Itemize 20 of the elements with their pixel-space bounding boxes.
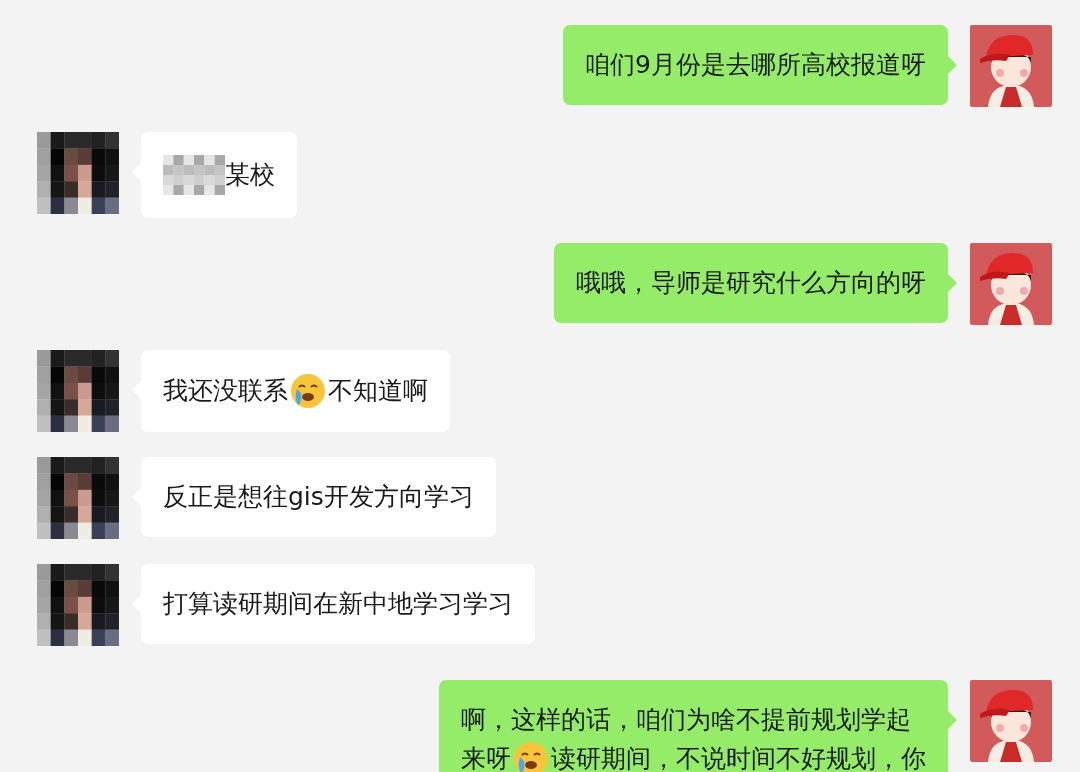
crying-emoji-icon — [513, 741, 549, 772]
pixelated-avatar-icon — [37, 350, 119, 432]
pixelated-avatar-icon — [37, 132, 119, 214]
message-text: 读研期间，不说时间不好规划，你 — [551, 743, 926, 772]
message-text: 我还没联系 — [163, 375, 288, 407]
crying-emoji-icon — [290, 373, 326, 409]
message-text: 不知道啊 — [328, 375, 428, 407]
message-text: 某校 — [225, 159, 275, 191]
boy-avatar-icon — [970, 680, 1052, 762]
message-text: 打算读研期间在新中地学习学习 — [163, 588, 513, 620]
pixelated-avatar-icon — [37, 457, 119, 539]
message-text: 哦哦，导师是研究什么方向的呀 — [576, 267, 926, 299]
pixelated-redaction-mark — [163, 155, 225, 195]
message-text: 啊，这样的话，咱们为啥不提前规划学起 — [461, 704, 911, 736]
message-text: 反正是想往gis开发方向学习 — [163, 481, 474, 513]
boy-avatar-icon — [970, 25, 1052, 107]
message-text: 来呀 — [461, 743, 511, 772]
pixelated-avatar-icon — [37, 564, 119, 646]
message-text: 咱们9月份是去哪所高校报道呀 — [585, 49, 926, 81]
boy-avatar-icon — [970, 243, 1052, 325]
